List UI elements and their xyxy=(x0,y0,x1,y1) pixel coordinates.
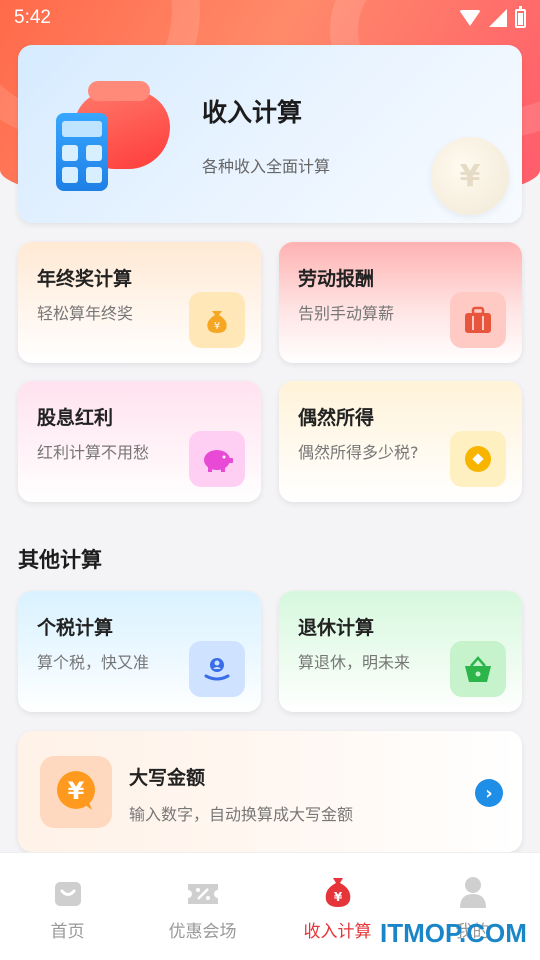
tab-home[interactable]: 首页 xyxy=(0,853,135,960)
tile-title: 退休计算 xyxy=(298,617,375,639)
income-calc-card[interactable]: 收入计算 各种收入全面计算 ¥ xyxy=(18,45,522,223)
tile-subtitle: 算退休，明未来 xyxy=(298,653,411,672)
tile-subtitle: 告别手动算薪 xyxy=(298,304,395,323)
chevron-right-icon[interactable]: › xyxy=(475,779,503,807)
tab-promotions[interactable]: 优惠会场 xyxy=(135,853,270,960)
tile-subtitle: 红利计算不用愁 xyxy=(37,443,150,462)
tile-subtitle: 轻松算年终奖 xyxy=(37,304,134,323)
other-calc-section-title: 其他计算 xyxy=(18,548,102,572)
yuan-chat-icon: ¥ xyxy=(40,756,112,828)
money-bag-icon: ¥ xyxy=(322,875,354,909)
basket-icon xyxy=(450,641,506,697)
coin-decoration-icon: ¥ xyxy=(431,137,509,215)
person-icon xyxy=(458,875,488,909)
briefcase-icon xyxy=(450,292,506,348)
income-calc-title: 收入计算 xyxy=(202,98,303,127)
watermark-text: ITMOP.COM xyxy=(380,918,527,948)
home-icon xyxy=(53,879,83,909)
uppercase-amount-title: 大写金额 xyxy=(129,767,206,789)
hand-person-icon xyxy=(189,641,245,697)
wifi-icon xyxy=(459,10,481,26)
svg-text:¥: ¥ xyxy=(68,777,85,805)
uppercase-amount-subtitle: 输入数字，自动换算成大写金额 xyxy=(129,805,354,824)
tab-label: 优惠会场 xyxy=(168,922,237,942)
tile-personal-tax[interactable]: 个税计算 算个税，快又准 xyxy=(18,591,261,712)
tile-year-end-bonus[interactable]: 年终奖计算 轻松算年终奖 ¥ xyxy=(18,242,261,363)
svg-text:¥: ¥ xyxy=(214,321,220,332)
svg-text:¥: ¥ xyxy=(333,890,342,904)
status-time: 5:42 xyxy=(14,7,51,28)
uppercase-amount-card[interactable]: ¥ 大写金额 输入数字，自动换算成大写金额 › xyxy=(18,731,522,852)
tile-subtitle: 偶然所得多少税? xyxy=(298,443,419,462)
coin-icon xyxy=(450,431,506,487)
status-bar: 5:42 xyxy=(0,0,540,36)
calculator-illustration-icon xyxy=(54,81,174,195)
tile-title: 偶然所得 xyxy=(298,407,375,429)
tile-title: 股息红利 xyxy=(37,407,114,429)
piggy-bank-icon xyxy=(189,431,245,487)
tile-retirement[interactable]: 退休计算 算退休，明未来 xyxy=(279,591,522,712)
income-calc-subtitle: 各种收入全面计算 xyxy=(202,157,331,176)
signal-icon xyxy=(489,9,507,27)
tile-incidental-income[interactable]: 偶然所得 偶然所得多少税? xyxy=(279,381,522,502)
money-bag-icon: ¥ xyxy=(189,292,245,348)
status-icons xyxy=(459,5,526,28)
tile-labor-remuneration[interactable]: 劳动报酬 告别手动算薪 xyxy=(279,242,522,363)
battery-icon xyxy=(515,5,526,28)
tile-dividends[interactable]: 股息红利 红利计算不用愁 xyxy=(18,381,261,502)
tile-title: 年终奖计算 xyxy=(37,268,133,290)
tile-subtitle: 算个税，快又准 xyxy=(37,653,150,672)
tab-label: 首页 xyxy=(50,922,85,942)
coupon-icon xyxy=(186,879,220,909)
tile-title: 个税计算 xyxy=(37,617,114,639)
tile-title: 劳动报酬 xyxy=(298,268,375,290)
